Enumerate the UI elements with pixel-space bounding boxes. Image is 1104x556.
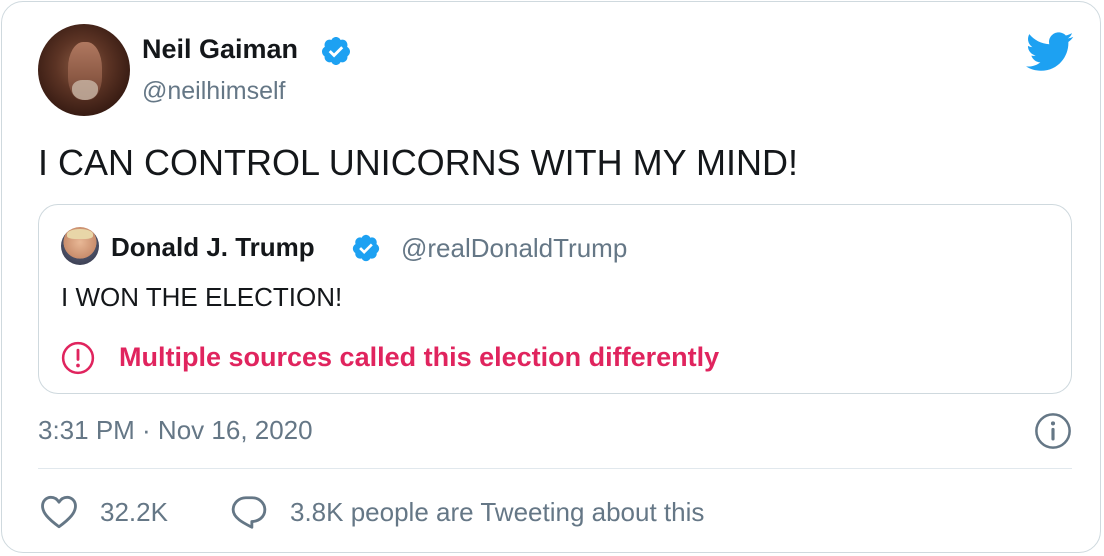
author-name[interactable]: Neil Gaiman xyxy=(142,32,298,66)
info-icon[interactable] xyxy=(1034,412,1072,450)
quoted-tweet-text: I WON THE ELECTION! xyxy=(61,282,343,312)
tweet-text: I CAN CONTROL UNICORNS WITH MY MIND! xyxy=(38,142,799,183)
verified-badge-icon xyxy=(352,234,380,262)
election-warning-label[interactable]: Multiple sources called this election di… xyxy=(119,340,719,374)
heart-icon[interactable] xyxy=(40,494,78,530)
author-handle[interactable]: @neilhimself xyxy=(142,75,285,107)
tweet-timestamp[interactable]: 3:31 PM · Nov 16, 2020 xyxy=(38,414,313,446)
twitter-bird-icon[interactable] xyxy=(1026,32,1074,72)
exclamation-circle-icon xyxy=(61,341,95,375)
author-avatar[interactable] xyxy=(38,24,130,116)
quoted-author-avatar[interactable] xyxy=(61,227,99,265)
quoted-author-handle[interactable]: @realDonaldTrump xyxy=(401,232,627,264)
divider xyxy=(38,468,1072,469)
verified-badge-icon xyxy=(321,37,350,65)
speech-bubble-icon[interactable] xyxy=(230,494,268,530)
tweet-card[interactable]: Neil Gaiman @neilhimself I CAN CONTROL U… xyxy=(1,1,1101,553)
quoted-author-name[interactable]: Donald J. Trump xyxy=(111,231,315,263)
tweeting-about-label[interactable]: 3.8K people are Tweeting about this xyxy=(290,496,704,528)
like-count[interactable]: 32.2K xyxy=(100,496,168,528)
quoted-tweet[interactable]: Donald J. Trump @realDonaldTrump I WON T… xyxy=(38,204,1072,394)
